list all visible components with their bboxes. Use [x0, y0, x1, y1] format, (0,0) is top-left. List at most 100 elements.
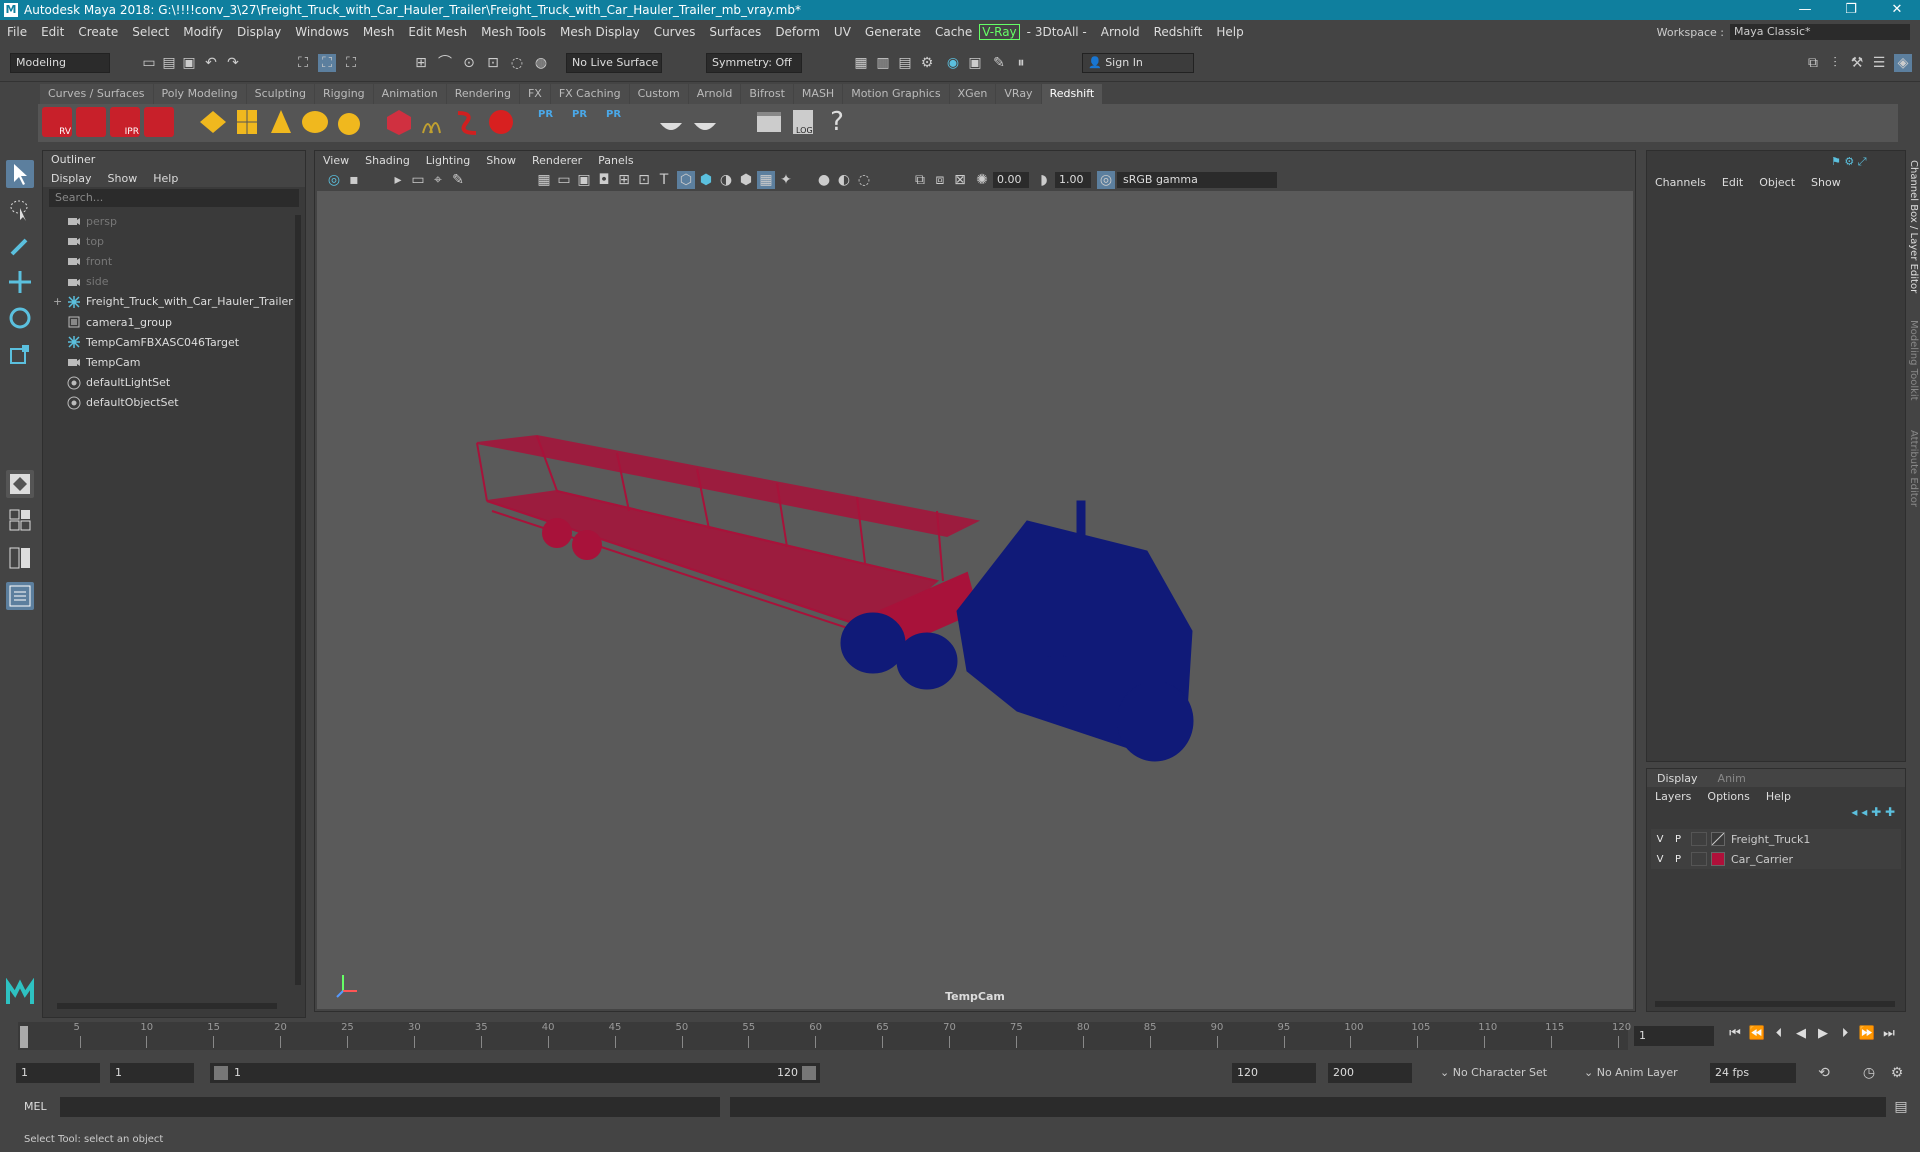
channel-box-menu-edit[interactable]: Edit [1714, 176, 1751, 189]
channel-box-menu-show[interactable]: Show [1803, 176, 1849, 189]
outliner-menu-help[interactable]: Help [145, 172, 186, 185]
live-surface-field[interactable]: No Live Surface [566, 53, 662, 73]
rs-bowl-icon-1[interactable] [656, 107, 686, 137]
layer-menu-layers[interactable]: Layers [1647, 790, 1699, 803]
new-scene-icon[interactable]: ▭ [140, 54, 158, 72]
layer-hscrollbar[interactable] [1655, 1001, 1895, 1007]
step-forward-key-icon[interactable]: ⏩ [1856, 1026, 1878, 1041]
xray-icon[interactable]: ⧈ [931, 171, 949, 189]
shelf-tab-fx-caching[interactable]: FX Caching [550, 84, 629, 104]
select-component-icon[interactable]: ⛶ [342, 54, 360, 72]
reference-toggle[interactable] [1691, 832, 1707, 846]
image-plane-icon[interactable]: ▭ [409, 171, 427, 189]
channel-box-layer-editor-tab[interactable]: Channel Box / Layer Editor [1908, 160, 1919, 293]
outliner-search-input[interactable]: Search... [49, 189, 299, 207]
rs-hair-icon[interactable] [418, 107, 448, 137]
workspace-dropdown[interactable]: Maya Classic* [1730, 24, 1910, 40]
play-backwards-icon[interactable]: ◀ [1790, 1026, 1812, 1041]
gamma-icon[interactable]: ◗ [1035, 171, 1053, 189]
outliner-layout-icon[interactable] [6, 582, 34, 610]
outliner-item[interactable]: TempCamFBXASC046Target [53, 332, 239, 352]
visibility-toggle[interactable]: V [1651, 854, 1669, 865]
range-end-handle[interactable] [802, 1066, 816, 1080]
shelf-tab-fx[interactable]: FX [519, 84, 550, 104]
exposure-icon[interactable]: ✺ [973, 171, 991, 189]
rs-pr-icon-2[interactable]: PR [572, 107, 602, 137]
toggle-tool-settings-icon[interactable]: ⚒ [1848, 54, 1866, 72]
auto-key-icon[interactable]: ◷ [1860, 1064, 1878, 1082]
single-view-layout-icon[interactable] [6, 470, 34, 498]
layer-row[interactable]: V P Freight_Truck1 [1651, 829, 1901, 849]
layer-menu-options[interactable]: Options [1699, 790, 1757, 803]
play-forwards-icon[interactable]: ▶ [1812, 1026, 1834, 1041]
menu-deform[interactable]: Deform [768, 25, 827, 39]
outliner-item[interactable]: side [53, 272, 109, 292]
menu-set-dropdown[interactable]: Modeling [10, 53, 110, 73]
shelf-tab-custom[interactable]: Custom [629, 84, 688, 104]
rs-pr-icon-3[interactable]: PR [606, 107, 636, 137]
move-layer-down-icon[interactable]: ◂ [1861, 805, 1871, 819]
snap-curve-icon[interactable]: ⌒ [436, 54, 454, 72]
motion-blur-icon[interactable]: ◐ [835, 171, 853, 189]
symmetry-dropdown[interactable]: Symmetry: Off [706, 53, 802, 73]
render-current-icon[interactable]: ▦ [852, 54, 870, 72]
ipr-render-icon[interactable]: ▤ [896, 54, 914, 72]
menu-curves[interactable]: Curves [647, 25, 703, 39]
go-to-end-icon[interactable]: ⏭ [1878, 1026, 1900, 1041]
layer-tab-anim[interactable]: Anim [1708, 772, 1756, 785]
safe-title-icon[interactable]: T [655, 171, 673, 189]
new-layer-from-selected-icon[interactable]: ✚ [1885, 805, 1895, 819]
character-set-dropdown[interactable]: ⌄ No Character Set [1440, 1066, 1547, 1079]
isolate-select-icon[interactable]: ⧉ [911, 171, 929, 189]
four-view-layout-icon[interactable] [6, 506, 34, 534]
textured-icon[interactable]: ⬢ [737, 171, 755, 189]
fps-dropdown[interactable]: 24 fps [1710, 1063, 1796, 1083]
screen-space-ao-icon[interactable]: ● [815, 171, 833, 189]
loop-icon[interactable]: ⟲ [1815, 1064, 1833, 1082]
rs-render-icon[interactable] [76, 107, 106, 137]
outliner-item[interactable]: camera1_group [53, 312, 172, 332]
open-scene-icon[interactable]: ▤ [160, 54, 178, 72]
menu-modify[interactable]: Modify [176, 25, 230, 39]
step-back-key-icon[interactable]: ⏪ [1746, 1026, 1768, 1041]
shelf-tab-sculpting[interactable]: Sculpting [246, 84, 314, 104]
menu-help[interactable]: Help [1209, 25, 1250, 39]
rs-spot-light-icon[interactable] [266, 107, 296, 137]
menu-file[interactable]: File [0, 25, 34, 39]
layer-tab-display[interactable]: Display [1647, 772, 1708, 785]
menu-surfaces[interactable]: Surfaces [702, 25, 768, 39]
resolution-gate-icon[interactable]: ▣ [575, 171, 593, 189]
rs-render-view-icon[interactable]: RV [42, 107, 72, 137]
rs-settings-icon[interactable] [144, 107, 174, 137]
menu-edit[interactable]: Edit [34, 25, 71, 39]
rs-script-icon[interactable] [754, 107, 784, 137]
workspace-selector[interactable]: Workspace : Maya Classic* [1657, 24, 1910, 40]
visibility-toggle[interactable]: V [1651, 834, 1669, 845]
render-settings-icon[interactable]: ⚙ [918, 54, 936, 72]
expand-toggle-icon[interactable]: + [53, 295, 67, 308]
menu-v-ray[interactable]: V-Ray [979, 24, 1020, 40]
menu-display[interactable]: Display [230, 25, 288, 39]
move-tool-icon[interactable] [6, 268, 34, 296]
menu-select[interactable]: Select [125, 25, 176, 39]
viewport-menu-renderer[interactable]: Renderer [524, 154, 590, 167]
step-back-frame-icon[interactable]: ⏴ [1768, 1026, 1790, 1041]
rs-pr-icon-1[interactable]: PR [538, 107, 568, 137]
film-gate-icon[interactable]: ▭ [555, 171, 573, 189]
current-time-marker[interactable] [20, 1026, 28, 1048]
outliner-item[interactable]: persp [53, 211, 117, 231]
outliner-item[interactable]: defaultLightSet [53, 373, 170, 393]
wireframe-on-shaded-icon[interactable]: ◑ [717, 171, 735, 189]
two-view-layout-icon[interactable] [6, 544, 34, 572]
toggle-channel-box-icon[interactable]: ☰ [1870, 54, 1888, 72]
go-to-start-icon[interactable]: ⏮ [1724, 1026, 1746, 1041]
range-bar[interactable]: 1 120 [210, 1063, 820, 1083]
viewport-menu-view[interactable]: View [315, 154, 357, 167]
use-all-lights-icon[interactable]: ▦ [757, 171, 775, 189]
animation-end-field[interactable]: 200 [1328, 1063, 1412, 1083]
outliner-vscrollbar[interactable] [295, 215, 301, 985]
render-view-icon[interactable]: ▣ [966, 54, 984, 72]
mel-label[interactable]: MEL [24, 1100, 47, 1113]
layer-color-swatch[interactable] [1711, 832, 1725, 846]
select-tool-icon[interactable] [6, 160, 34, 188]
